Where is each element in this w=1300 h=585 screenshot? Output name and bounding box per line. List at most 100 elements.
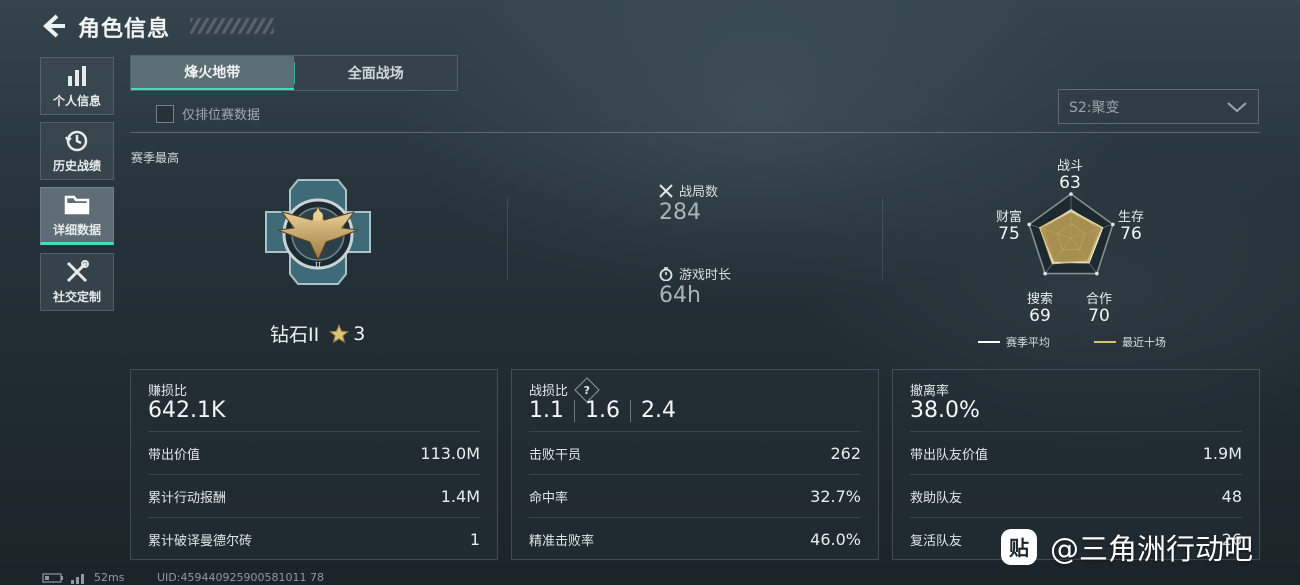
- stat-label: 带出价值: [148, 447, 201, 463]
- radar-label-search: 搜索: [1026, 292, 1053, 307]
- radar-label-wealth: 财富: [995, 210, 1022, 225]
- value-divider: [574, 399, 575, 422]
- stat-row: 击败干员 262: [529, 431, 861, 474]
- card-main-value: 1.1 1.6 2.4: [529, 398, 676, 423]
- stat-value: 48: [1221, 486, 1242, 506]
- stat-label: 复活队友: [910, 533, 963, 549]
- divider: [507, 198, 508, 280]
- svg-text:II: II: [315, 261, 321, 270]
- stat-label: 精准击败率: [529, 533, 595, 549]
- tab-all-out-war[interactable]: 全面战场: [295, 56, 458, 90]
- signal-icon: [71, 573, 84, 584]
- stat-value: 46.0%: [810, 529, 861, 549]
- ranked-only-checkbox[interactable]: 仅排位赛数据: [156, 104, 260, 123]
- rank-display: 钻石II 3: [270, 320, 365, 347]
- stat-label: 累计行动报酬: [148, 490, 227, 506]
- tab-hazard-zone[interactable]: 烽火地带: [131, 56, 294, 90]
- card-title: 赚损比: [148, 384, 188, 399]
- value-divider: [630, 399, 631, 422]
- card-main-value: 38.0%: [910, 398, 980, 423]
- nav-label: 历史战绩: [52, 158, 101, 173]
- page-title: 角色信息: [78, 17, 171, 42]
- card-title: 战损比 ?: [529, 376, 600, 403]
- tieba-logo-icon: 贴: [1001, 529, 1037, 565]
- folder-icon: [64, 195, 90, 214]
- legend-label: 赛季平均: [1006, 336, 1050, 349]
- rank-name: 钻石II: [270, 324, 320, 346]
- stat-value: 32.7%: [810, 486, 861, 506]
- legend-season-avg: 赛季平均: [978, 334, 1050, 350]
- card-main-value: 642.1K: [148, 398, 226, 423]
- nav-item-history[interactable]: 历史战绩: [40, 122, 114, 180]
- stat-label: 命中率: [529, 490, 569, 506]
- rank-stars: 3: [353, 322, 366, 345]
- radar-label-survival: 生存: [1117, 210, 1144, 225]
- ability-radar-chart: [1027, 192, 1115, 276]
- bar-chart-icon: [68, 65, 86, 86]
- stat-row: 命中率 32.7%: [529, 474, 861, 517]
- legend-label: 最近十场: [1122, 336, 1166, 349]
- radar-value-wealth: 75: [998, 224, 1020, 244]
- watermark-text: @三角洲行动吧: [1050, 532, 1254, 566]
- stat-value: 113.0M: [420, 443, 480, 463]
- mode-tabs: 烽火地带 全面战场: [130, 55, 458, 91]
- stat-label: 救助队友: [910, 490, 963, 506]
- ranked-only-label: 仅排位赛数据: [182, 108, 261, 123]
- history-icon: [65, 130, 88, 151]
- chevron-down-icon: [1227, 101, 1247, 112]
- stat-value: 1.4M: [440, 486, 480, 506]
- help-glyph: ?: [583, 382, 591, 396]
- nav-item-social-custom[interactable]: 社交定制: [40, 253, 114, 311]
- playtime-label-text: 游戏时长: [679, 268, 732, 283]
- star-icon: [329, 323, 350, 343]
- user-id: UID:459440925900581011 78: [157, 571, 324, 584]
- matches-label-text: 战局数: [679, 185, 719, 200]
- card-title-text: 战损比: [529, 384, 569, 399]
- kd-value-1: 1.1: [529, 398, 564, 423]
- stat-row: 带出队友价值 1.9M: [910, 431, 1242, 474]
- season-best-label: 赛季最高: [131, 151, 180, 165]
- stat-row: 累计破译曼德尔砖 1: [148, 517, 480, 560]
- stat-value: 1: [469, 529, 480, 549]
- nav-item-detailed-data[interactable]: 详细数据: [40, 187, 114, 245]
- back-arrow-icon[interactable]: [40, 13, 66, 39]
- radar-value-survival: 76: [1120, 224, 1142, 244]
- stat-row: 精准击败率 46.0%: [529, 517, 861, 560]
- kd-value-3: 2.4: [641, 398, 676, 423]
- nav-item-personal-info[interactable]: 个人信息: [40, 57, 114, 115]
- stat-row: 带出价值 113.0M: [148, 431, 480, 474]
- crossed-swords-icon: [659, 183, 673, 198]
- divider: [130, 132, 1260, 133]
- card-title: 撤离率: [910, 384, 950, 399]
- kd-value-2: 1.6: [585, 398, 620, 423]
- radar-axis-dot: [1043, 271, 1047, 276]
- playtime-value: 64h: [659, 283, 701, 308]
- nav-label: 社交定制: [52, 289, 101, 304]
- stat-row: 救助队友 48: [910, 474, 1242, 517]
- radar-label-combat: 战斗: [1056, 159, 1083, 174]
- matches-value: 284: [659, 200, 701, 225]
- legend-swatch: [1094, 341, 1116, 343]
- stat-label: 带出队友价值: [910, 447, 989, 463]
- radar-value-teamwork: 70: [1088, 306, 1110, 326]
- season-dropdown[interactable]: S2:聚变: [1058, 89, 1259, 124]
- ping-value: 52ms: [94, 571, 125, 584]
- legend-swatch: [978, 341, 1000, 343]
- legend-recent-ten: 最近十场: [1094, 334, 1166, 350]
- radar-value-combat: 63: [1059, 173, 1081, 193]
- radar-axis-dot: [1095, 271, 1099, 276]
- battery-icon: [42, 572, 63, 583]
- stat-value: 1.9M: [1202, 443, 1242, 463]
- diamond-rank-medal-icon: II: [265, 179, 371, 285]
- checkbox-box[interactable]: [156, 104, 174, 123]
- title-decoration: [190, 18, 274, 34]
- matches-label: 战局数: [659, 181, 718, 200]
- nav-label: 详细数据: [52, 222, 101, 237]
- stopwatch-icon: [659, 266, 673, 281]
- playtime-label: 游戏时长: [659, 264, 731, 283]
- season-value: S2:聚变: [1069, 99, 1120, 116]
- stat-label: 累计破译曼德尔砖: [148, 533, 253, 549]
- stat-label: 击败干员: [529, 447, 582, 463]
- radar-label-teamwork: 合作: [1085, 292, 1112, 307]
- svg-text:贴: 贴: [1009, 536, 1029, 560]
